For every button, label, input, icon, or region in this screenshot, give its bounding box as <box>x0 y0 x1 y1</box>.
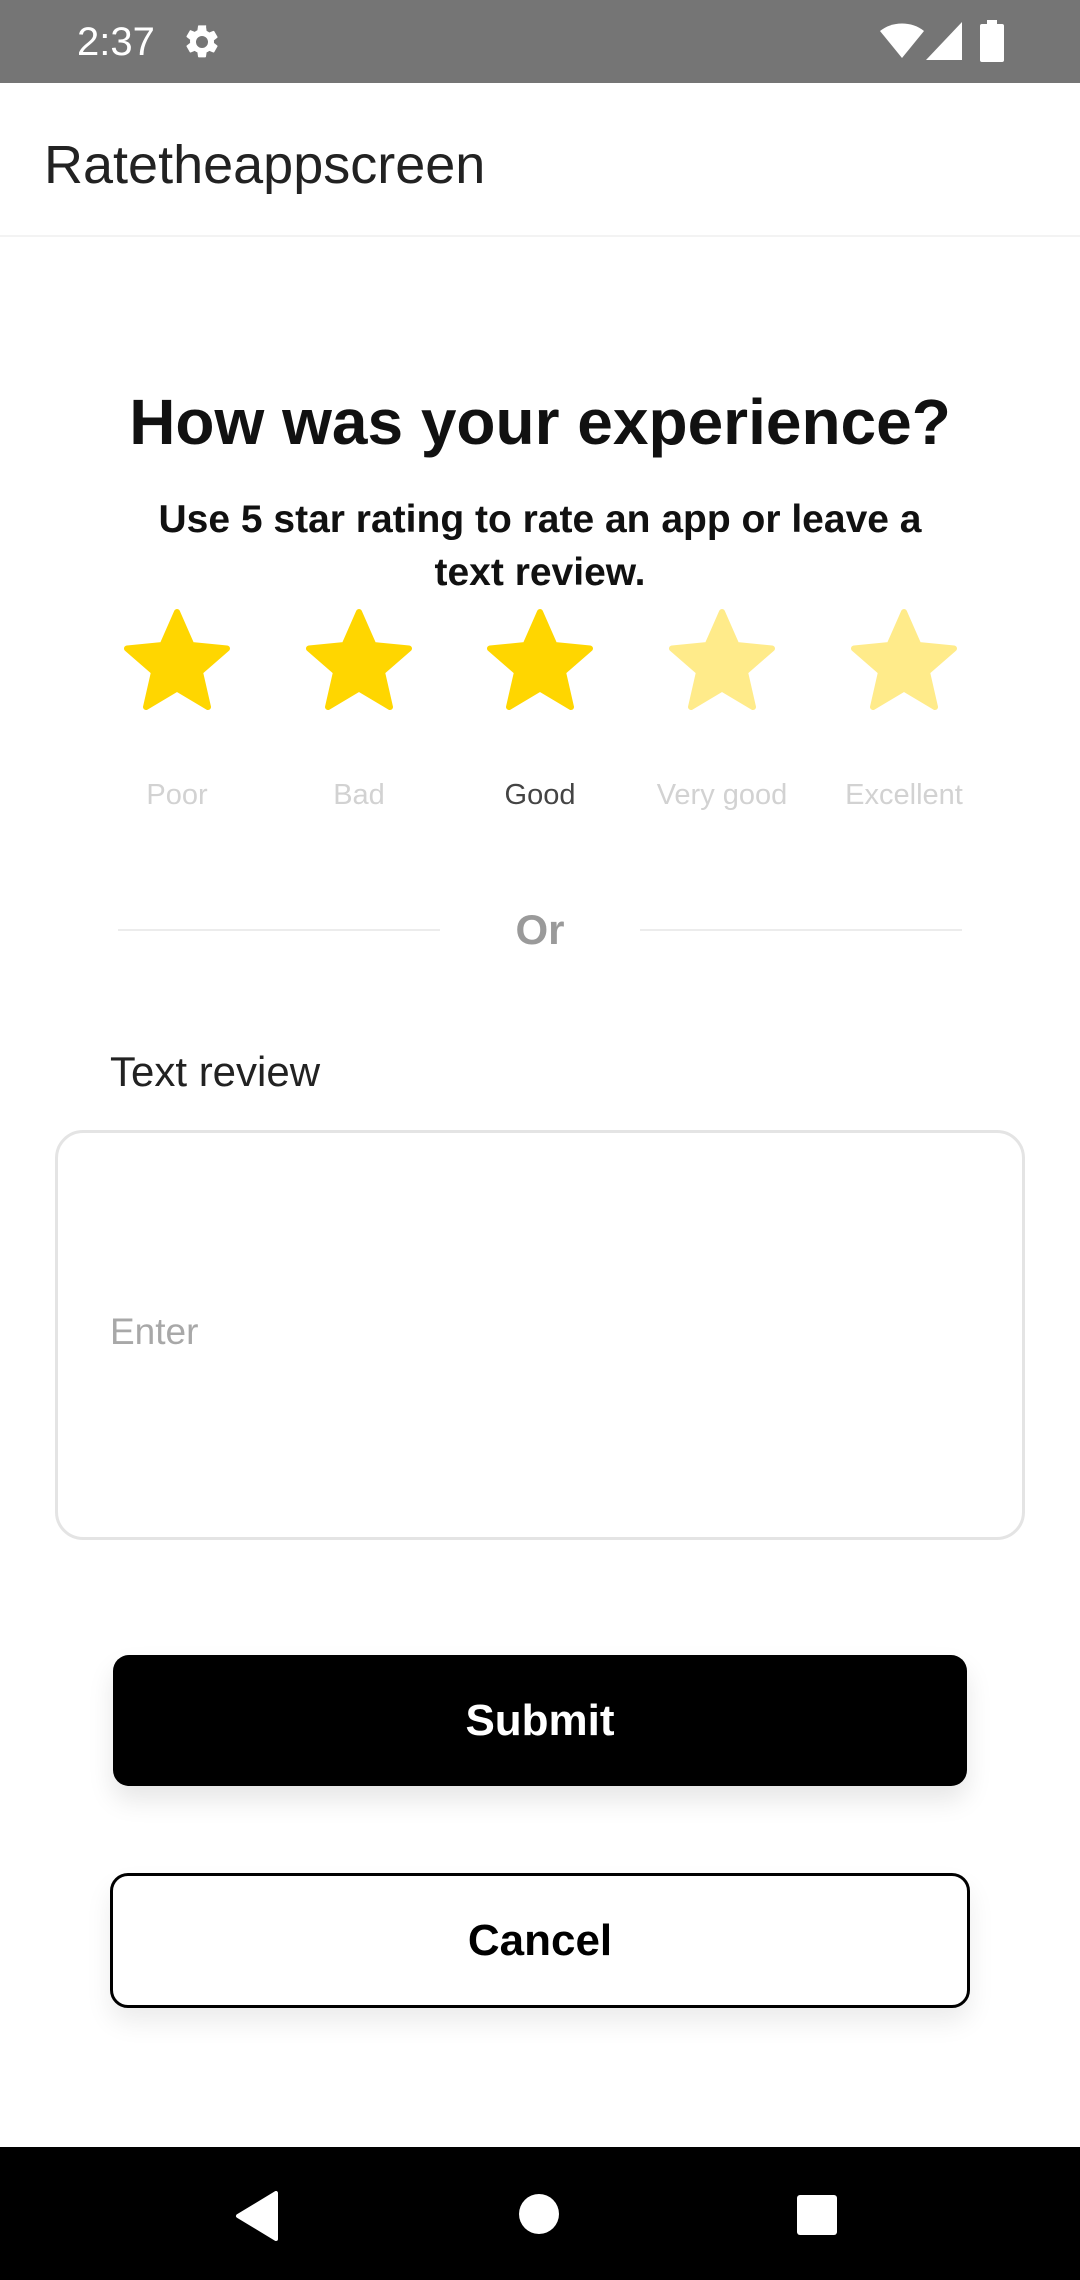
star-label-good: Good <box>504 779 576 811</box>
app-title: Ratetheappscreen <box>44 135 486 195</box>
wifi-icon <box>880 23 924 58</box>
star-icon <box>669 609 775 710</box>
star-rating-poor[interactable]: Poor <box>112 602 242 832</box>
star-icon <box>124 609 230 710</box>
star-rating-excellent[interactable]: Excellent <box>839 602 969 832</box>
recents-icon[interactable] <box>797 2195 837 2235</box>
divider-or-text: Or <box>515 906 565 953</box>
star-label-bad: Bad <box>333 779 385 811</box>
page-subheading: Use 5 star rating to rate an app or leav… <box>158 498 922 594</box>
page-heading: How was your experience? <box>129 386 951 458</box>
star-label-excellent: Excellent <box>845 779 963 811</box>
gear-icon <box>186 25 218 58</box>
signal-icon <box>926 22 962 60</box>
rate-app-screen: 2:37 Ratetheappscreen How was your exper… <box>0 0 1080 2280</box>
battery-icon <box>980 20 1004 62</box>
star-rating-bad[interactable]: Bad <box>294 602 424 832</box>
home-icon[interactable] <box>518 2193 560 2235</box>
navigation-bar <box>0 2147 1080 2280</box>
status-time: 2:37 <box>77 20 155 64</box>
cancel-button[interactable]: Cancel <box>110 1873 970 2008</box>
star-icon <box>306 609 412 710</box>
star-rating-very-good[interactable]: Very good <box>657 602 787 832</box>
status-bar: 2:37 <box>0 0 1080 83</box>
divider-right <box>640 929 962 931</box>
app-bar: Ratetheappscreen <box>0 83 1080 237</box>
star-rating-good[interactable]: Good <box>475 602 605 832</box>
text-review-input[interactable] <box>55 1130 1025 1540</box>
star-icon <box>487 609 593 710</box>
star-icon <box>851 609 957 710</box>
text-review-label: Text review <box>110 1048 321 1095</box>
divider-left <box>118 929 440 931</box>
star-label-poor: Poor <box>146 779 208 811</box>
back-icon[interactable] <box>234 2191 282 2241</box>
star-label-very-good: Very good <box>656 779 788 811</box>
submit-button[interactable]: Submit <box>113 1655 967 1786</box>
